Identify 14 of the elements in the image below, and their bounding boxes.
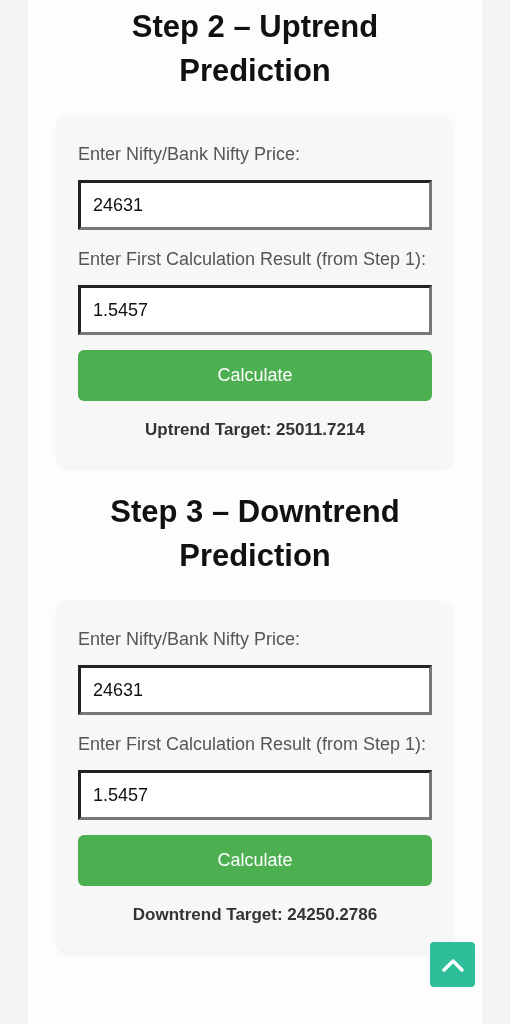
input-field[interactable]: 1.5457: [78, 770, 432, 820]
section-heading: Step 2 – Uptrend Prediction: [130, 8, 380, 90]
result-text: Downtrend Target: 24250.2786: [131, 904, 379, 926]
scroll-to-top-button[interactable]: [430, 942, 475, 987]
field-label: Enter First Calculation Result (from Step 1):: [78, 248, 428, 271]
field-label: Enter Nifty/Bank Nifty Price:: [78, 143, 302, 166]
field-label: Enter Nifty/Bank Nifty Price:: [78, 628, 302, 651]
field-label: Enter First Calculation Result (from Step 1):: [78, 733, 428, 756]
chevron-up-icon: [441, 957, 464, 972]
input-field[interactable]: 24631: [78, 665, 432, 715]
section-heading: Step 3 – Downtrend Prediction: [109, 493, 401, 575]
input-field[interactable]: 24631: [78, 180, 432, 230]
input-field[interactable]: 1.5457: [78, 285, 432, 335]
result-text: Uptrend Target: 25011.7214: [144, 419, 366, 441]
